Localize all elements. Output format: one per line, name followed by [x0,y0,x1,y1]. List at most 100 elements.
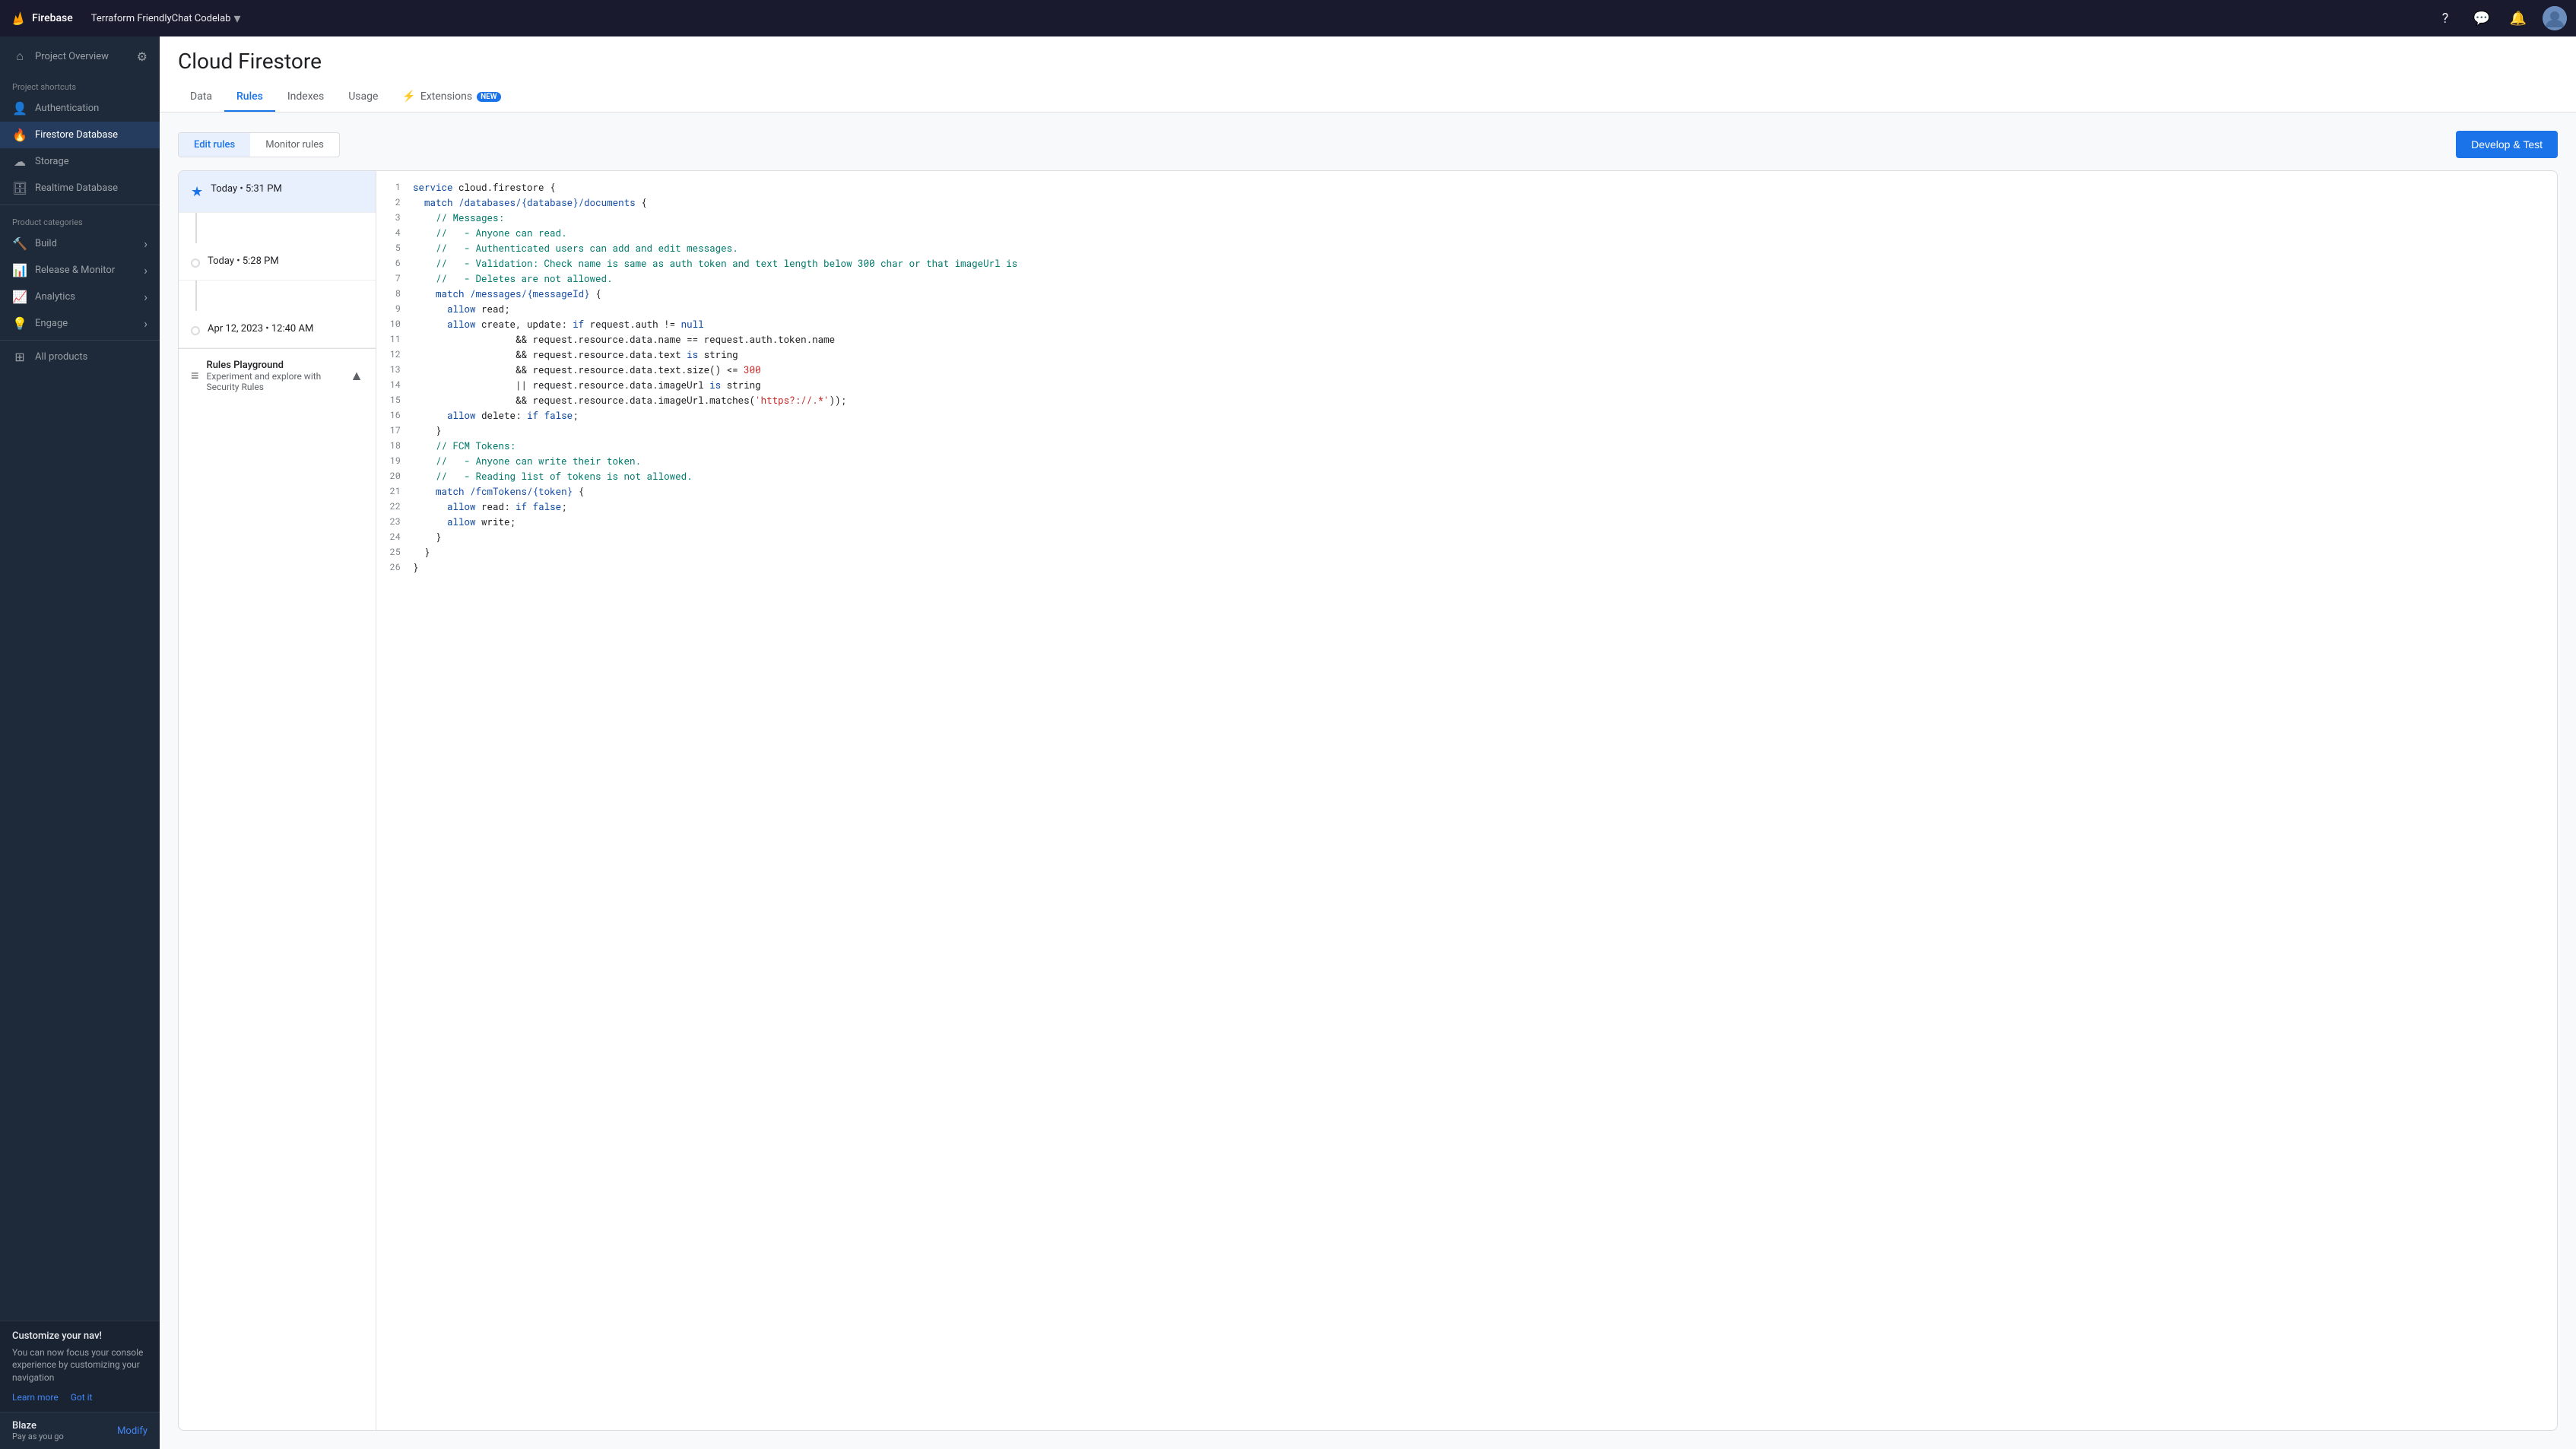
timeline-dot-3 [191,326,200,335]
tab-rules[interactable]: Rules [224,83,275,112]
code-line-15: 15 && request.resource.data.imageUrl.mat… [376,393,2557,408]
project-chevron-icon: ▾ [233,11,240,27]
code-line-11: 11 && request.resource.data.name == requ… [376,332,2557,347]
build-icon: 🔨 [12,236,27,251]
edit-rules-tab[interactable]: Edit rules [179,133,250,157]
notifications-icon[interactable]: 🔔 [2506,6,2530,30]
sidebar-group-build[interactable]: 🔨 Build › [0,230,160,257]
code-line-21: 21 match /fcmTokens/{token} { [376,484,2557,499]
rules-playground-info: ≡ Rules Playground Experiment and explor… [191,360,350,392]
playground-title: Rules Playground [207,360,351,371]
grid-icon: ⊞ [12,350,27,364]
extensions-lightning-icon: ⚡ [402,90,415,103]
main-content: Cloud Firestore Data Rules Indexes Usage… [160,36,2576,1449]
code-line-22: 22 allow read: if false; [376,499,2557,515]
code-line-1: 1 service cloud.firestore { [376,180,2557,195]
code-editor[interactable]: 1 service cloud.firestore { 2 match /dat… [376,171,2557,1430]
sidebar-top: ⌂ Project Overview ⚙ [0,36,160,73]
timeline-time-1: Today • 5:31 PM [211,183,282,195]
code-line-12: 12 && request.resource.data.text is stri… [376,347,2557,363]
customize-nav-desc: You can now focus your console experienc… [12,1346,148,1384]
develop-test-button[interactable]: Develop & Test [2456,131,2558,158]
home-icon: ⌂ [12,49,27,64]
sidebar: ⌂ Project Overview ⚙ Project shortcuts 👤… [0,36,160,1449]
timeline-item-2[interactable]: Today • 5:28 PM [179,243,376,281]
timeline-connector-2 [195,281,197,311]
rules-tabs: Edit rules Monitor rules [178,132,340,157]
customize-nav-card: Customize your nav! You can now focus yo… [0,1321,160,1412]
code-line-18: 18 // FCM Tokens: [376,439,2557,454]
timeline-connector-1 [195,213,197,243]
star-icon: ★ [191,184,203,200]
topbar: Firebase Terraform FriendlyChat Codelab … [0,0,2576,36]
engage-icon: 💡 [12,316,27,331]
timeline-sidebar: ★ Today • 5:31 PM Today • 5:28 PM [179,171,376,1430]
topbar-right: ? 💬 🔔 [2433,6,2567,30]
rules-content: Edit rules Monitor rules Develop & Test … [160,113,2576,1449]
page-header: Cloud Firestore Data Rules Indexes Usage… [160,36,2576,113]
rules-playground-bar[interactable]: ≡ Rules Playground Experiment and explor… [179,348,376,403]
playground-subtitle: Experiment and explore with Security Rul… [207,371,351,392]
code-line-19: 19 // - Anyone can write their token. [376,454,2557,469]
code-line-20: 20 // - Reading list of tokens is not al… [376,469,2557,484]
sidebar-item-authentication[interactable]: 👤 Authentication [0,95,160,122]
code-line-8: 8 match /messages/{messageId} { [376,287,2557,302]
code-line-9: 9 allow read; [376,302,2557,317]
sidebar-plan: Blaze Pay as you go Modify [0,1412,160,1449]
tab-data[interactable]: Data [178,83,224,112]
analytics-chevron-icon: › [144,290,148,304]
sidebar-item-storage[interactable]: ☁ Storage [0,148,160,175]
chat-icon[interactable]: 💬 [2470,6,2494,30]
code-line-17: 17 } [376,423,2557,439]
timeline-item-1[interactable]: ★ Today • 5:31 PM [179,171,376,213]
customize-nav-title: Customize your nav! [12,1330,148,1342]
code-line-2: 2 match /databases/{database}/documents … [376,195,2557,211]
code-line-16: 16 allow delete: if false; [376,408,2557,423]
code-line-14: 14 || request.resource.data.imageUrl is … [376,378,2557,393]
got-it-link[interactable]: Got it [71,1392,93,1403]
gear-icon[interactable]: ⚙ [137,49,148,64]
page-tabs: Data Rules Indexes Usage ⚡ Extensions NE… [178,83,2558,112]
sidebar-group-release-monitor[interactable]: 📊 Release & Monitor › [0,257,160,284]
realtime-db-icon: 🗄 [12,181,27,195]
playground-chevron-icon: ▲ [350,368,363,384]
code-line-26: 26 } [376,560,2557,575]
code-line-13: 13 && request.resource.data.text.size() … [376,363,2557,378]
sidebar-group-engage[interactable]: 💡 Engage › [0,310,160,337]
learn-more-link[interactable]: Learn more [12,1392,59,1403]
authentication-icon: 👤 [12,101,27,116]
firebase-text: Firebase [32,12,73,24]
avatar[interactable] [2543,6,2567,30]
help-icon[interactable]: ? [2433,6,2457,30]
timeline-dot-2 [191,258,200,268]
code-line-4: 4 // - Anyone can read. [376,226,2557,241]
rules-panel: ★ Today • 5:31 PM Today • 5:28 PM [178,170,2558,1431]
build-chevron-icon: › [144,236,148,251]
plan-info: Blaze Pay as you go [12,1420,64,1441]
sidebar-item-project-overview[interactable]: ⌂ Project Overview ⚙ [0,43,160,70]
project-name: Terraform FriendlyChat Codelab [91,13,231,24]
analytics-icon: 📈 [12,290,27,304]
modify-button[interactable]: Modify [117,1425,148,1437]
storage-icon: ☁ [12,154,27,169]
code-line-5: 5 // - Authenticated users can add and e… [376,241,2557,256]
sidebar-group-analytics[interactable]: 📈 Analytics › [0,284,160,310]
sidebar-section-shortcuts: Project shortcuts [0,73,160,95]
firebase-flame-icon [9,9,27,27]
monitor-rules-tab[interactable]: Monitor rules [250,133,339,157]
tab-indexes[interactable]: Indexes [275,83,336,112]
timeline-time-3: Apr 12, 2023 • 12:40 AM [208,323,313,335]
project-selector[interactable]: Terraform FriendlyChat Codelab ▾ [91,11,241,27]
sidebar-item-realtime-db[interactable]: 🗄 Realtime Database [0,175,160,201]
sidebar-item-firestore[interactable]: 🔥 Firestore Database [0,122,160,148]
code-line-23: 23 allow write; [376,515,2557,530]
sidebar-item-all-products[interactable]: ⊞ All products [0,344,160,370]
engage-chevron-icon: › [144,316,148,331]
rules-playground-text: Rules Playground Experiment and explore … [207,360,351,392]
tab-extensions[interactable]: ⚡ Extensions NEW [390,83,512,112]
customize-nav-links: Learn more Got it [12,1392,148,1403]
main-layout: ⌂ Project Overview ⚙ Project shortcuts 👤… [0,36,2576,1449]
sidebar-divider-2 [0,340,160,341]
timeline-item-3[interactable]: Apr 12, 2023 • 12:40 AM [179,311,376,348]
tab-usage[interactable]: Usage [336,83,390,112]
